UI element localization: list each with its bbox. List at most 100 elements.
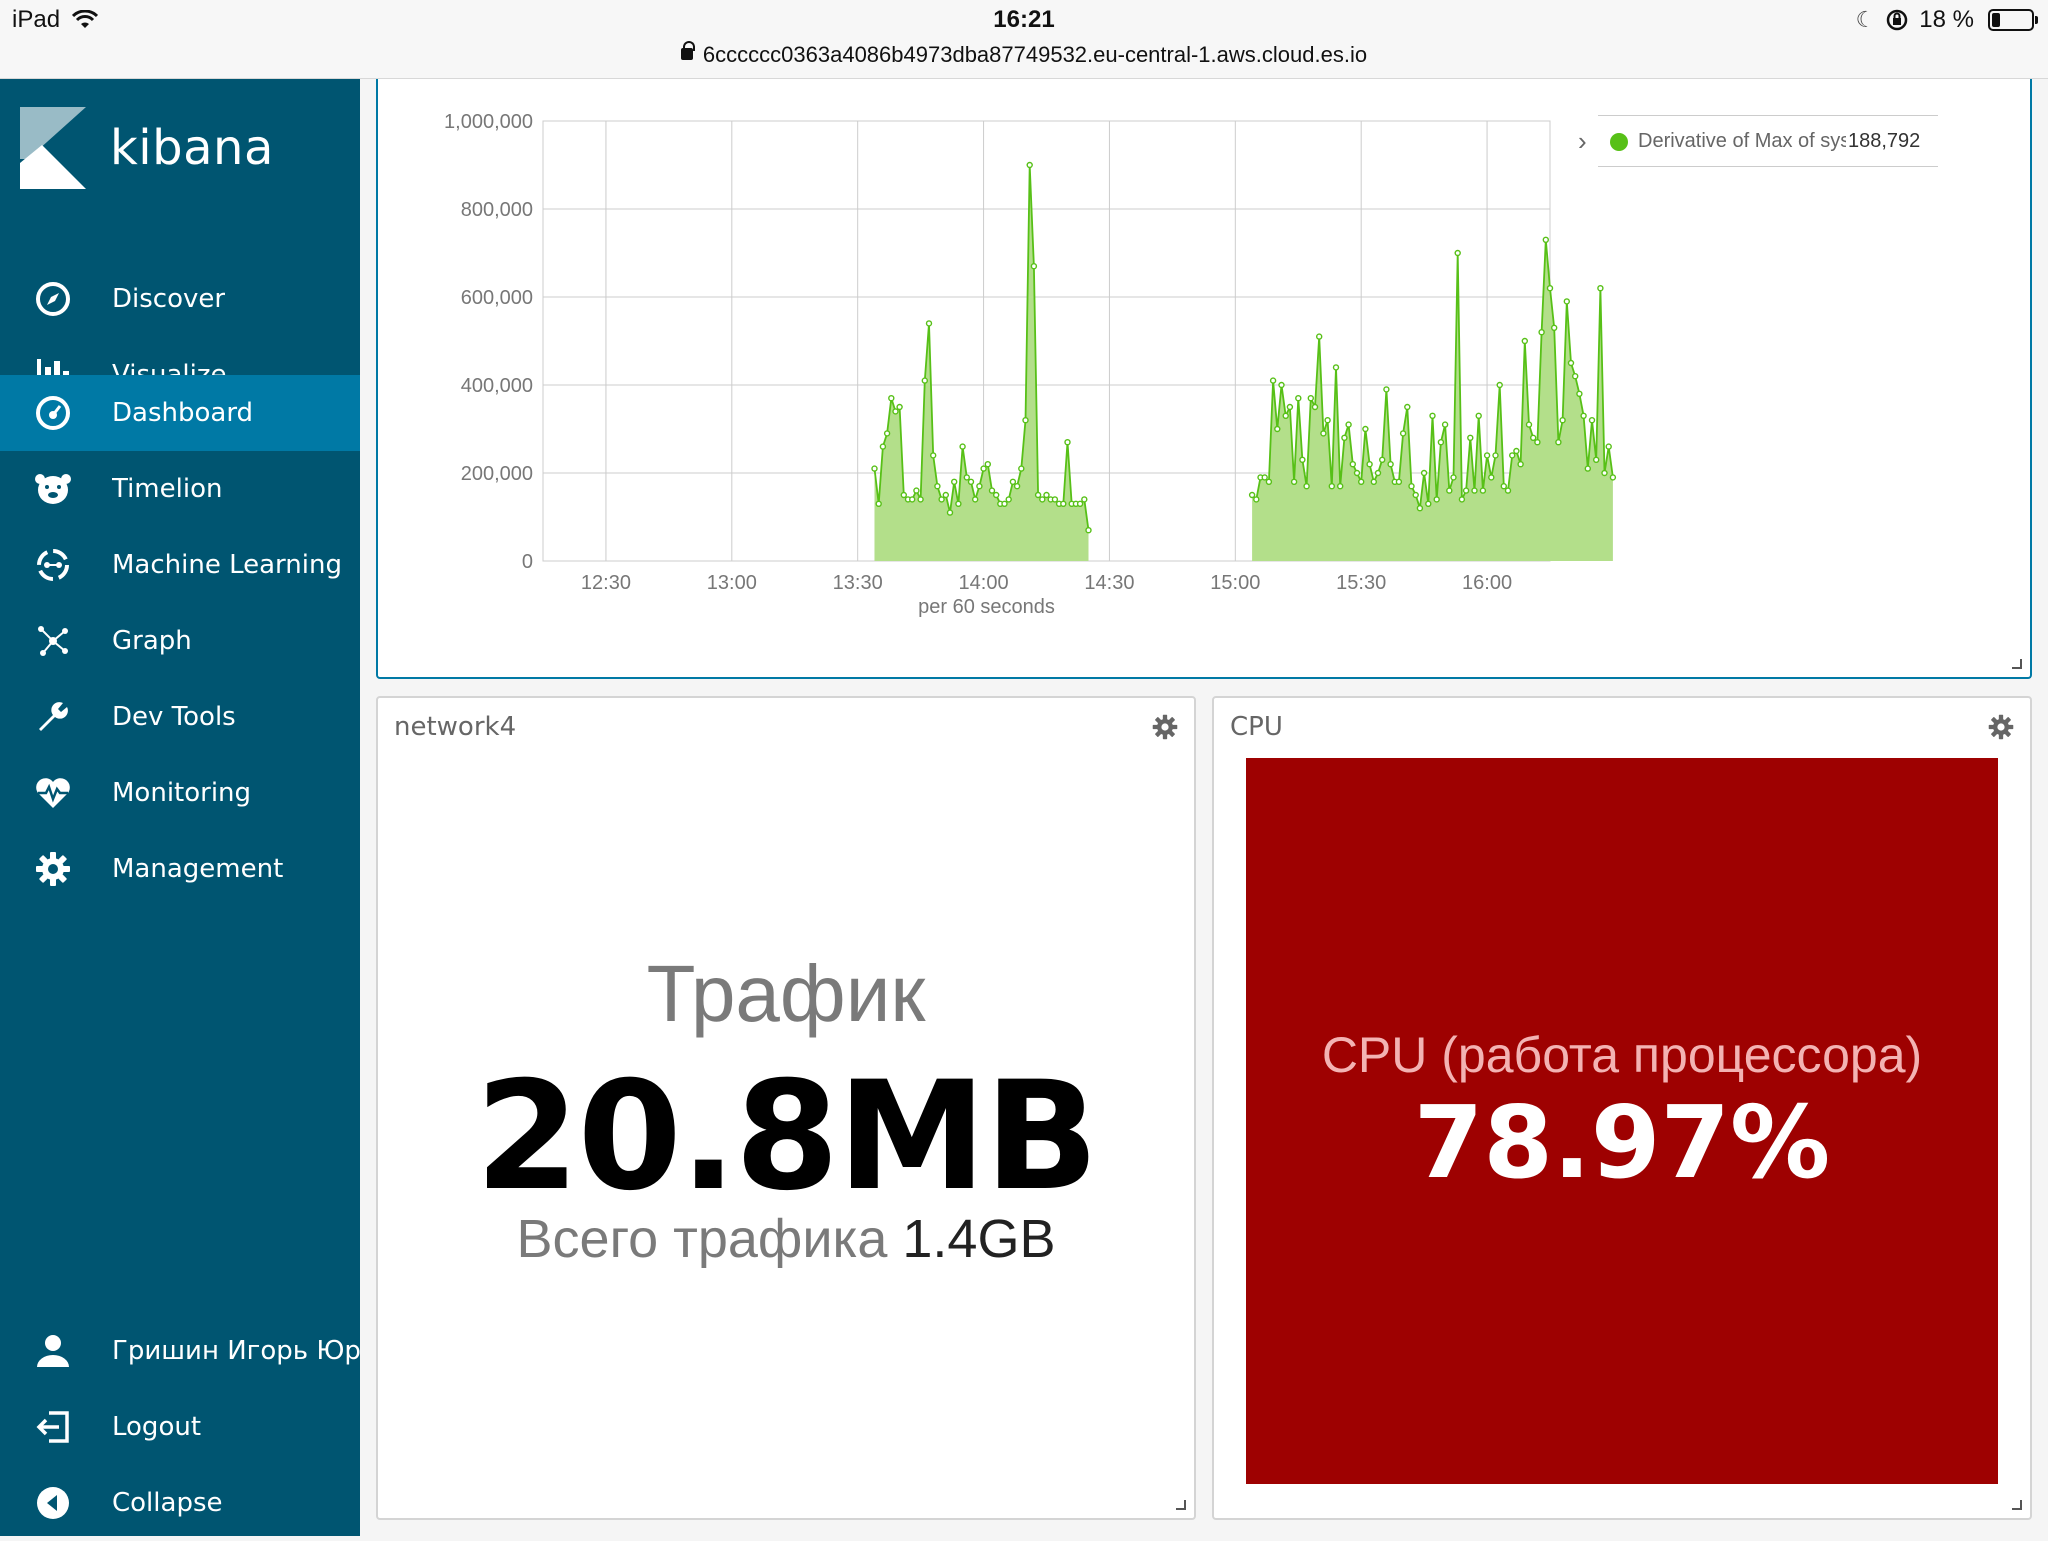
sidebar: kibana Discover Visualize Dashboard Time…: [0, 79, 360, 1536]
wrench-icon: [34, 698, 72, 736]
x-tick-label: 13:00: [707, 572, 757, 594]
dashboard-icon: [34, 394, 72, 432]
total-traffic-label: Всего трафика: [516, 1209, 888, 1269]
data-point: [984, 461, 991, 468]
sidebar-item-user[interactable]: Гришин Игорь Юрьевич: [0, 1313, 360, 1389]
chevron-right-icon[interactable]: ›: [1578, 126, 1587, 157]
sidebar-item-timelion[interactable]: Timelion: [0, 451, 360, 527]
data-point: [1353, 469, 1361, 477]
data-point: [1274, 425, 1281, 433]
data-point: [993, 491, 1000, 499]
data-point: [967, 478, 975, 485]
address-bar[interactable]: 6cccccc0363a4086b4973dba87749532.eu-cent…: [0, 41, 2048, 68]
traffic-area-chart: 1,000,000 800,000 600,000 400,000 200,000 0 12…: [444, 111, 1617, 618]
data-point: [1496, 381, 1503, 389]
sidebar-item-label: Collapse: [112, 1488, 223, 1518]
x-tick-label: 13:30: [833, 572, 883, 594]
sidebar-item-dashboard[interactable]: Dashboard: [0, 375, 360, 451]
sidebar-item-discover[interactable]: Discover: [0, 261, 360, 337]
data-point: [1467, 434, 1474, 441]
data-point: [900, 491, 907, 499]
data-point: [1555, 439, 1562, 446]
data-point: [1290, 478, 1298, 485]
brand-name: kibana: [110, 120, 274, 176]
data-point: [896, 403, 903, 411]
data-point: [1009, 478, 1017, 485]
data-point: [921, 377, 928, 384]
kibana-logo[interactable]: kibana: [20, 107, 274, 189]
data-point: [1571, 373, 1579, 380]
data-point: [976, 483, 983, 490]
data-point: [1051, 496, 1059, 503]
data-point: [1303, 483, 1310, 490]
data-point: [1013, 483, 1021, 490]
data-point: [1345, 421, 1352, 428]
data-point: [934, 483, 941, 490]
heartbeat-icon: [34, 774, 72, 812]
sidebar-item-label: Dashboard: [112, 398, 254, 428]
data-point: [1026, 161, 1033, 169]
data-point: [1546, 284, 1554, 292]
data-point: [1261, 474, 1268, 481]
data-point: [1349, 461, 1356, 468]
compass-icon: [34, 280, 72, 318]
graph-icon: [34, 622, 72, 660]
sidebar-item-graph[interactable]: Graph: [0, 603, 360, 679]
data-point: [1559, 417, 1566, 424]
sidebar-item-label: Graph: [112, 626, 192, 656]
data-point: [1601, 469, 1608, 477]
y-tick-label: 200,000: [461, 463, 533, 485]
data-point: [1534, 439, 1541, 446]
data-point: [1584, 465, 1592, 472]
resize-handle[interactable]: [2012, 659, 2022, 669]
data-point: [1492, 452, 1499, 459]
y-tick-label: 800,000: [461, 199, 533, 221]
y-tick-label: 1,000,000: [444, 111, 533, 133]
data-point: [1454, 249, 1461, 257]
data-point: [980, 465, 987, 472]
data-point: [1374, 469, 1382, 477]
data-point: [1299, 456, 1306, 463]
data-point: [1307, 395, 1314, 402]
data-point: [1592, 456, 1600, 463]
sidebar-item-management[interactable]: Management: [0, 831, 360, 907]
moon-icon: ☾: [1855, 7, 1876, 32]
sidebar-item-dev-tools[interactable]: Dev Tools: [0, 679, 360, 755]
panel-gear-icon[interactable]: [1988, 714, 2014, 740]
resize-handle[interactable]: [2012, 1500, 2022, 1510]
data-point: [1316, 333, 1323, 340]
legend-series-label[interactable]: Derivative of Max of system.network.in.b…: [1638, 130, 1846, 153]
sidebar-item-label: Timelion: [112, 474, 223, 504]
data-point: [1529, 434, 1537, 441]
data-point: [1043, 491, 1050, 499]
sidebar-item-label: Management: [112, 854, 284, 884]
data-point: [1395, 478, 1403, 485]
data-point: [1441, 421, 1449, 428]
data-point: [1483, 452, 1491, 459]
sidebar-item-collapse[interactable]: Collapse: [0, 1465, 360, 1541]
data-point: [1576, 390, 1583, 397]
user-icon: [34, 1332, 72, 1370]
data-point: [1521, 337, 1529, 345]
resize-handle[interactable]: [1176, 1500, 1186, 1510]
data-point: [938, 496, 945, 503]
lock-icon: [680, 41, 695, 60]
sidebar-item-logout[interactable]: Logout: [0, 1389, 360, 1465]
data-point: [1416, 505, 1424, 512]
data-point: [946, 509, 954, 516]
panel-gear-icon[interactable]: [1152, 714, 1178, 740]
data-point: [871, 465, 878, 472]
data-point: [1513, 447, 1520, 455]
data-point: [1433, 496, 1440, 503]
series-area: [1252, 239, 1613, 562]
data-point: [1588, 417, 1596, 424]
data-point: [875, 500, 882, 507]
data-point: [1429, 412, 1436, 419]
x-tick-label: 15:30: [1336, 572, 1386, 594]
sidebar-item-monitoring[interactable]: Monitoring: [0, 755, 360, 831]
data-point: [1471, 487, 1478, 494]
y-tick-label: 400,000: [461, 375, 533, 397]
data-point: [1337, 483, 1344, 490]
sidebar-item-machine-learning[interactable]: Machine Learning: [0, 527, 360, 603]
data-point: [1609, 474, 1617, 481]
